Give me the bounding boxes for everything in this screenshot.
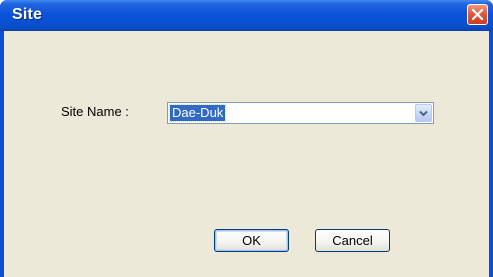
dropdown-arrow-button[interactable] bbox=[415, 104, 432, 122]
site-dialog: Site Site Name : Dae-Duk OK Cancel bbox=[0, 0, 493, 277]
site-name-label: Site Name : bbox=[61, 104, 129, 119]
dialog-title: Site bbox=[12, 6, 43, 23]
dialog-body: Site Name : Dae-Duk OK Cancel bbox=[4, 31, 489, 277]
title-bar[interactable]: Site bbox=[0, 0, 493, 31]
chevron-down-icon bbox=[419, 110, 428, 117]
site-name-dropdown[interactable]: Dae-Duk bbox=[167, 102, 434, 124]
cancel-button[interactable]: Cancel bbox=[315, 229, 390, 252]
site-name-selected-value: Dae-Duk bbox=[168, 104, 227, 122]
close-button[interactable] bbox=[467, 4, 488, 25]
ok-button[interactable]: OK bbox=[214, 229, 289, 252]
close-icon bbox=[471, 8, 484, 21]
